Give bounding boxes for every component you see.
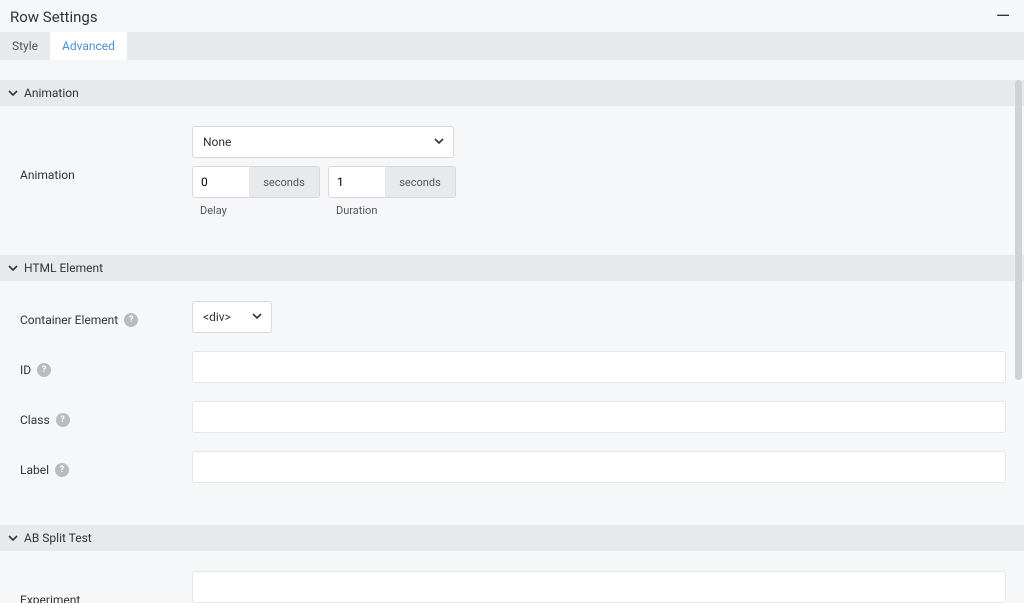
label-control [192, 451, 1006, 483]
container-element-label: Container Element ? [20, 301, 192, 333]
scrollbar-thumb[interactable] [1015, 80, 1022, 380]
id-control [192, 351, 1006, 383]
help-icon[interactable]: ? [55, 463, 69, 477]
spacer [0, 60, 1024, 80]
experiment-control: View or create tests. [192, 571, 1006, 603]
minimize-button[interactable]: — [992, 8, 1014, 26]
container-select[interactable]: <div> [192, 301, 272, 333]
experiment-input[interactable] [192, 571, 1006, 603]
chevron-down-icon [8, 88, 18, 98]
duration-input[interactable] [329, 167, 385, 197]
experiment-label: Experiment [20, 571, 192, 603]
animation-select-wrap: None [192, 126, 454, 158]
help-icon[interactable]: ? [37, 363, 51, 377]
delay-input[interactable] [193, 167, 249, 197]
container-element-control: <div> [192, 301, 1006, 333]
delay-caption: Delay [192, 204, 320, 217]
field-id: ID ? [20, 351, 1006, 383]
class-label: Class ? [20, 401, 192, 433]
section-body-ab-split-test: Experiment View or create tests. Variati… [0, 551, 1024, 603]
section-title: Animation [24, 86, 79, 100]
duration-group: seconds Duration [328, 166, 456, 217]
tabs: Style Advanced [0, 32, 1024, 60]
section-body-html-element: Container Element ? <div> ID ? [0, 281, 1024, 525]
help-icon[interactable]: ? [56, 413, 70, 427]
section-title: HTML Element [24, 261, 103, 275]
panel-header: Row Settings — [0, 0, 1024, 32]
field-container-element: Container Element ? <div> [20, 301, 1006, 333]
time-fields: seconds Delay seconds Duration [192, 166, 1006, 217]
animation-select[interactable]: None [192, 126, 454, 158]
duration-input-wrap: seconds [328, 166, 456, 198]
section-header-html-element[interactable]: HTML Element [0, 255, 1024, 281]
section-header-ab-split-test[interactable]: AB Split Test [0, 525, 1024, 551]
class-control [192, 401, 1006, 433]
field-class: Class ? [20, 401, 1006, 433]
help-icon[interactable]: ? [124, 313, 138, 327]
tab-style[interactable]: Style [0, 32, 50, 60]
field-animation: Animation None seconds [20, 126, 1006, 217]
settings-panel: Row Settings — Style Advanced Animation … [0, 0, 1024, 603]
chevron-down-icon [8, 533, 18, 543]
delay-group: seconds Delay [192, 166, 320, 217]
label-label: Label ? [20, 451, 192, 483]
id-input[interactable] [192, 351, 1006, 383]
id-label: ID ? [20, 351, 192, 383]
field-experiment: Experiment View or create tests. [20, 571, 1006, 603]
scrollbar[interactable] [1015, 80, 1022, 590]
section-body-animation: Animation None seconds [0, 106, 1024, 255]
duration-caption: Duration [328, 204, 456, 217]
tab-advanced[interactable]: Advanced [50, 32, 127, 60]
duration-unit: seconds [385, 167, 455, 197]
container-select-wrap: <div> [192, 301, 272, 333]
chevron-down-icon [8, 263, 18, 273]
panel-title: Row Settings [10, 8, 98, 26]
sections-scroll[interactable]: Animation Animation None [0, 60, 1024, 603]
section-title: AB Split Test [24, 531, 92, 545]
animation-label: Animation [20, 126, 192, 217]
animation-control: None seconds Delay [192, 126, 1006, 217]
label-input[interactable] [192, 451, 1006, 483]
section-header-animation[interactable]: Animation [0, 80, 1024, 106]
delay-unit: seconds [249, 167, 319, 197]
field-label: Label ? [20, 451, 1006, 483]
class-input[interactable] [192, 401, 1006, 433]
delay-input-wrap: seconds [192, 166, 320, 198]
